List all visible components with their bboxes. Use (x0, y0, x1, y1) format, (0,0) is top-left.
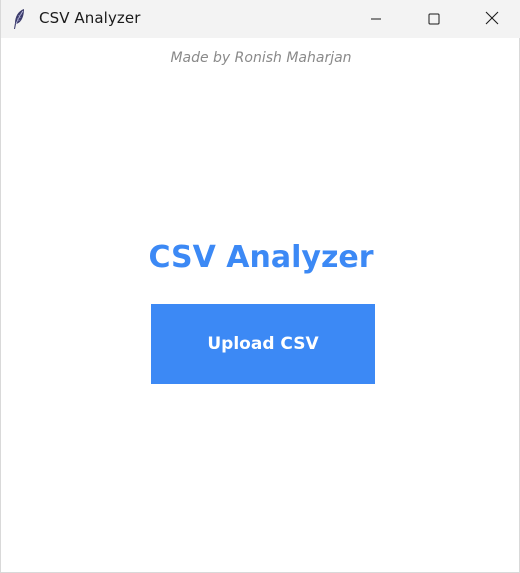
app-heading: CSV Analyzer (148, 240, 374, 275)
window-title: CSV Analyzer (39, 9, 141, 27)
app-window: CSV Analyzer Made by Ronish Maharjan CSV… (0, 0, 520, 573)
minimize-icon (370, 10, 382, 29)
feather-icon (11, 8, 27, 30)
credit-text: Made by Ronish Maharjan (170, 50, 352, 66)
title-bar[interactable]: CSV Analyzer (1, 0, 520, 38)
maximize-button[interactable] (405, 0, 463, 38)
minimize-button[interactable] (347, 0, 405, 38)
close-icon (485, 10, 499, 29)
upload-csv-button[interactable]: Upload CSV (151, 304, 375, 384)
maximize-icon (428, 10, 440, 29)
close-button[interactable] (463, 0, 520, 38)
